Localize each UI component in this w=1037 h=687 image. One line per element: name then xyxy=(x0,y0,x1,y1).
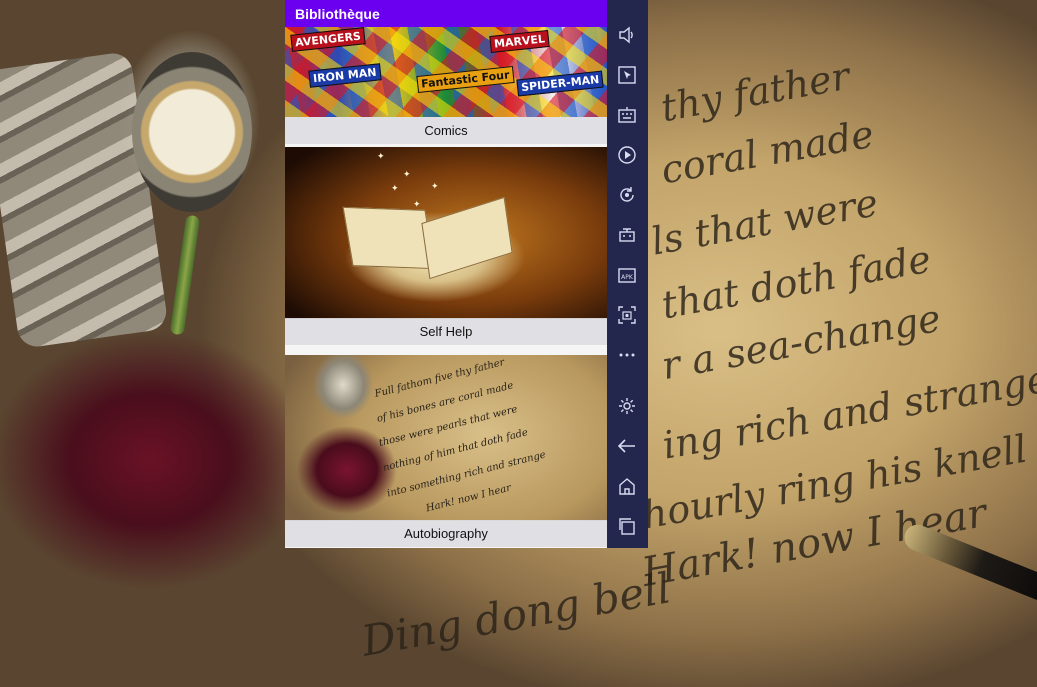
cover-script-line: Hark! now I hear xyxy=(424,482,513,515)
svg-text:APK: APK xyxy=(621,274,634,281)
comic-cover-text: MARVEL xyxy=(489,29,550,54)
comic-cover-text: AVENGERS xyxy=(290,27,366,52)
wallpaper-fountain-pen xyxy=(900,520,1037,602)
book-page xyxy=(421,196,513,280)
autobiography-cover-image: Full fathom five thy father of his bones… xyxy=(285,355,607,521)
butterfly-icon: ✦ xyxy=(377,151,385,161)
keymap-button[interactable] xyxy=(615,223,639,247)
comic-cover-text: IRON MAN xyxy=(308,63,382,88)
wallpaper-rose-stem xyxy=(169,214,201,336)
category-card-autobiography[interactable]: Full fathom five thy father of his bones… xyxy=(285,355,607,548)
home-icon xyxy=(619,478,635,495)
volume-button[interactable] xyxy=(615,23,639,47)
rotate-icon xyxy=(620,187,634,202)
recents-button[interactable] xyxy=(615,514,639,538)
app-window: Bibliothèque AVENGERS IRON MAN Fantastic… xyxy=(285,0,607,548)
category-card-self-help[interactable]: ✦ ✦ ✦ ✦ ✦ Self Help xyxy=(285,147,607,345)
more-button[interactable] xyxy=(615,343,639,367)
cursor-button[interactable] xyxy=(615,63,639,87)
book-page xyxy=(342,206,436,270)
cursor-icon xyxy=(618,66,636,84)
home-button[interactable] xyxy=(615,474,639,498)
wallpaper-script-line: coral made xyxy=(657,111,877,193)
rotate-button[interactable] xyxy=(615,183,639,207)
volume-icon xyxy=(619,26,633,44)
app-bar: Bibliothèque xyxy=(285,0,607,27)
keyboard-icon xyxy=(618,107,636,123)
category-card-comics[interactable]: AVENGERS IRON MAN Fantastic Four MARVEL … xyxy=(285,27,607,144)
play-record-icon xyxy=(618,146,636,164)
wallpaper-script-line: r a sea-change xyxy=(658,295,944,389)
back-button[interactable] xyxy=(615,434,639,458)
apk-button[interactable]: APK xyxy=(615,263,639,287)
screenshot-icon xyxy=(618,306,636,324)
back-icon xyxy=(617,439,635,453)
butterfly-icon: ✦ xyxy=(413,199,421,209)
comic-cover-text: SPIDER-MAN xyxy=(516,70,605,97)
butterfly-icon: ✦ xyxy=(431,181,439,191)
keymap-icon xyxy=(619,228,635,242)
wallpaper-watch-face xyxy=(132,52,252,212)
keyboard-button[interactable] xyxy=(615,103,639,127)
butterfly-icon: ✦ xyxy=(403,169,411,179)
wallpaper-script-line: ing rich and strange xyxy=(659,356,1037,468)
apk-icon: APK xyxy=(618,268,636,283)
self-help-cover-image: ✦ ✦ ✦ ✦ ✦ xyxy=(285,147,607,319)
wallpaper-script-line: hourly ring his knell xyxy=(639,426,1031,538)
comics-cover-image: AVENGERS IRON MAN Fantastic Four MARVEL … xyxy=(285,27,607,117)
more-icon xyxy=(619,353,635,357)
app-title: Bibliothèque xyxy=(295,5,380,22)
wallpaper-script-line: thy father xyxy=(657,53,853,131)
butterfly-icon: ✦ xyxy=(391,183,399,193)
wallpaper-script-line: that doth fade xyxy=(658,236,935,328)
comic-cover-text: Fantastic Four xyxy=(416,65,515,94)
fullscreen-button[interactable] xyxy=(615,0,639,12)
settings-icon xyxy=(619,398,635,414)
emulator-toolbar: APK xyxy=(607,0,648,548)
category-label-self-help: Self Help xyxy=(285,318,607,345)
settings-button[interactable] xyxy=(615,394,639,418)
recents-icon xyxy=(619,518,635,535)
play-record-button[interactable] xyxy=(615,143,639,167)
wallpaper-script-line: ls that were xyxy=(647,180,882,264)
category-label-autobiography: Autobiography xyxy=(285,520,607,547)
screenshot-button[interactable] xyxy=(615,303,639,327)
category-label-comics: Comics xyxy=(285,117,607,144)
fullscreen-icon xyxy=(617,0,637,10)
wallpaper-script-line: Ding dong bell xyxy=(358,563,675,666)
